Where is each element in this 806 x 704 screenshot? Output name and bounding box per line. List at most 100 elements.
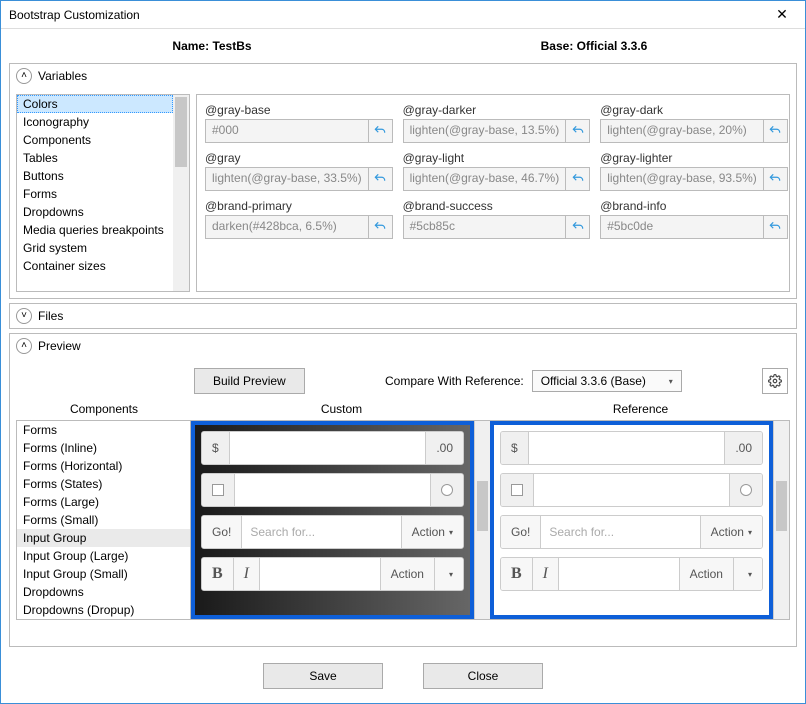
build-preview-button[interactable]: Build Preview <box>194 368 305 394</box>
undo-icon[interactable] <box>368 216 392 238</box>
input-group-currency[interactable]: $.00 <box>201 431 464 465</box>
reference-selected: Official 3.3.6 (Base) <box>541 374 646 388</box>
component-item[interactable]: Forms (Inline) <box>17 439 190 457</box>
files-header[interactable]: ˅ Files <box>10 304 796 328</box>
go-button[interactable]: Go! <box>501 516 541 548</box>
variable-category-list[interactable]: ColorsIconographyComponentsTablesButtons… <box>16 94 190 292</box>
component-item[interactable]: Input Group (Small) <box>17 565 190 583</box>
variable-name: @brand-success <box>403 199 591 213</box>
undo-icon[interactable] <box>565 168 589 190</box>
scrollbar[interactable] <box>474 421 490 619</box>
undo-icon[interactable] <box>368 120 392 142</box>
go-button[interactable]: Go! <box>202 516 242 548</box>
component-list[interactable]: FormsForms (Inline)Forms (Horizontal)For… <box>17 421 191 619</box>
settings-button[interactable] <box>762 368 788 394</box>
variable-input[interactable]: darken(#428bca, 6.5%) <box>205 215 393 239</box>
italic-button[interactable]: I <box>234 558 260 590</box>
search-input[interactable]: Search for... <box>242 516 400 548</box>
variable-item: @graylighten(@gray-base, 33.5%) <box>205 151 393 191</box>
scrollbar[interactable] <box>173 95 189 291</box>
search-input[interactable]: Search for... <box>541 516 699 548</box>
input-group-search[interactable]: Go!Search for...Action▾ <box>500 515 763 549</box>
addon-checkbox[interactable] <box>501 474 534 506</box>
variable-category-item[interactable]: Dropdowns <box>17 203 173 221</box>
addon-checkbox[interactable] <box>202 474 235 506</box>
italic-button[interactable]: I <box>533 558 559 590</box>
variable-category-item[interactable]: Iconography <box>17 113 173 131</box>
input-group-search[interactable]: Go!Search for...Action▾ <box>201 515 464 549</box>
variable-category-item[interactable]: Colors <box>17 95 173 113</box>
addon-cents: .00 <box>724 432 762 464</box>
component-item[interactable]: Forms (States) <box>17 475 190 493</box>
base-label: Base: <box>541 39 577 53</box>
variable-input[interactable]: lighten(@gray-base, 93.5%) <box>600 167 788 191</box>
variable-category-item[interactable]: Components <box>17 131 173 149</box>
component-item[interactable]: Input Group (Large) <box>17 547 190 565</box>
close-button[interactable]: Close <box>423 663 543 689</box>
variable-input[interactable]: #5bc0de <box>600 215 788 239</box>
variable-category-item[interactable]: Forms <box>17 185 173 203</box>
input-group-format[interactable]: BI Action▾ <box>201 557 464 591</box>
undo-icon[interactable] <box>565 216 589 238</box>
variable-input[interactable]: lighten(@gray-base, 13.5%) <box>403 119 591 143</box>
variable-category-item[interactable]: Media queries breakpoints <box>17 221 173 239</box>
variable-input[interactable]: #5cb85c <box>403 215 591 239</box>
bold-button[interactable]: B <box>501 558 533 590</box>
component-item[interactable]: Forms (Small) <box>17 511 190 529</box>
addon-radio[interactable] <box>729 474 762 506</box>
text-input[interactable] <box>534 474 729 506</box>
components-header: Components <box>16 402 192 420</box>
variable-name: @gray-light <box>403 151 591 165</box>
component-item[interactable]: Dropdowns <box>17 583 190 601</box>
action-dropdown[interactable]: Action▾ <box>700 516 762 548</box>
text-input[interactable] <box>230 432 426 464</box>
reference-header: Reference <box>491 402 790 420</box>
bold-button[interactable]: B <box>202 558 234 590</box>
undo-icon[interactable] <box>763 216 787 238</box>
scrollbar[interactable] <box>773 421 789 619</box>
undo-icon[interactable] <box>763 120 787 142</box>
dropdown-caret-button[interactable]: ▾ <box>733 558 762 590</box>
text-input[interactable] <box>235 474 430 506</box>
variable-input[interactable]: lighten(@gray-base, 46.7%) <box>403 167 591 191</box>
action-dropdown[interactable]: Action <box>380 558 434 590</box>
variable-category-item[interactable]: Container sizes <box>17 257 173 275</box>
files-section: ˅ Files <box>9 303 797 329</box>
variable-category-item[interactable]: Buttons <box>17 167 173 185</box>
preview-header[interactable]: ˄ Preview <box>10 334 796 358</box>
input-group-check-radio[interactable] <box>201 473 464 507</box>
action-dropdown[interactable]: Action▾ <box>401 516 463 548</box>
input-group-currency[interactable]: $.00 <box>500 431 763 465</box>
variable-category-item[interactable]: Grid system <box>17 239 173 257</box>
addon-radio[interactable] <box>430 474 463 506</box>
component-item[interactable]: Input Group <box>17 529 190 547</box>
component-item[interactable]: Dropdowns (Dropup) <box>17 601 190 619</box>
component-item[interactable]: Forms <box>17 421 190 439</box>
undo-icon[interactable] <box>565 120 589 142</box>
undo-icon[interactable] <box>368 168 392 190</box>
text-input[interactable] <box>260 558 380 590</box>
undo-icon[interactable] <box>763 168 787 190</box>
addon-dollar: $ <box>202 432 230 464</box>
component-item[interactable]: Forms (Horizontal) <box>17 457 190 475</box>
input-group-check-radio[interactable] <box>500 473 763 507</box>
dropdown-caret-button[interactable]: ▾ <box>434 558 463 590</box>
variable-input[interactable]: #000 <box>205 119 393 143</box>
chevron-up-icon: ˄ <box>16 338 32 354</box>
action-dropdown[interactable]: Action <box>679 558 733 590</box>
variable-category-item[interactable]: Tables <box>17 149 173 167</box>
text-input[interactable] <box>529 432 725 464</box>
text-input[interactable] <box>559 558 679 590</box>
variables-header[interactable]: ˄ Variables <box>10 64 796 88</box>
variables-section: ˄ Variables ColorsIconographyComponentsT… <box>9 63 797 299</box>
component-item[interactable]: Forms (Large) <box>17 493 190 511</box>
variable-input[interactable]: lighten(@gray-base, 33.5%) <box>205 167 393 191</box>
variable-item: @gray-lighterlighten(@gray-base, 93.5%) <box>600 151 788 191</box>
save-button[interactable]: Save <box>263 663 383 689</box>
name-label: Name: <box>172 39 212 53</box>
input-group-format[interactable]: BI Action▾ <box>500 557 763 591</box>
variable-input[interactable]: lighten(@gray-base, 20%) <box>600 119 788 143</box>
close-icon[interactable]: ✕ <box>767 6 797 23</box>
window-title: Bootstrap Customization <box>9 8 767 22</box>
reference-dropdown[interactable]: Official 3.3.6 (Base) ▾ <box>532 370 682 392</box>
